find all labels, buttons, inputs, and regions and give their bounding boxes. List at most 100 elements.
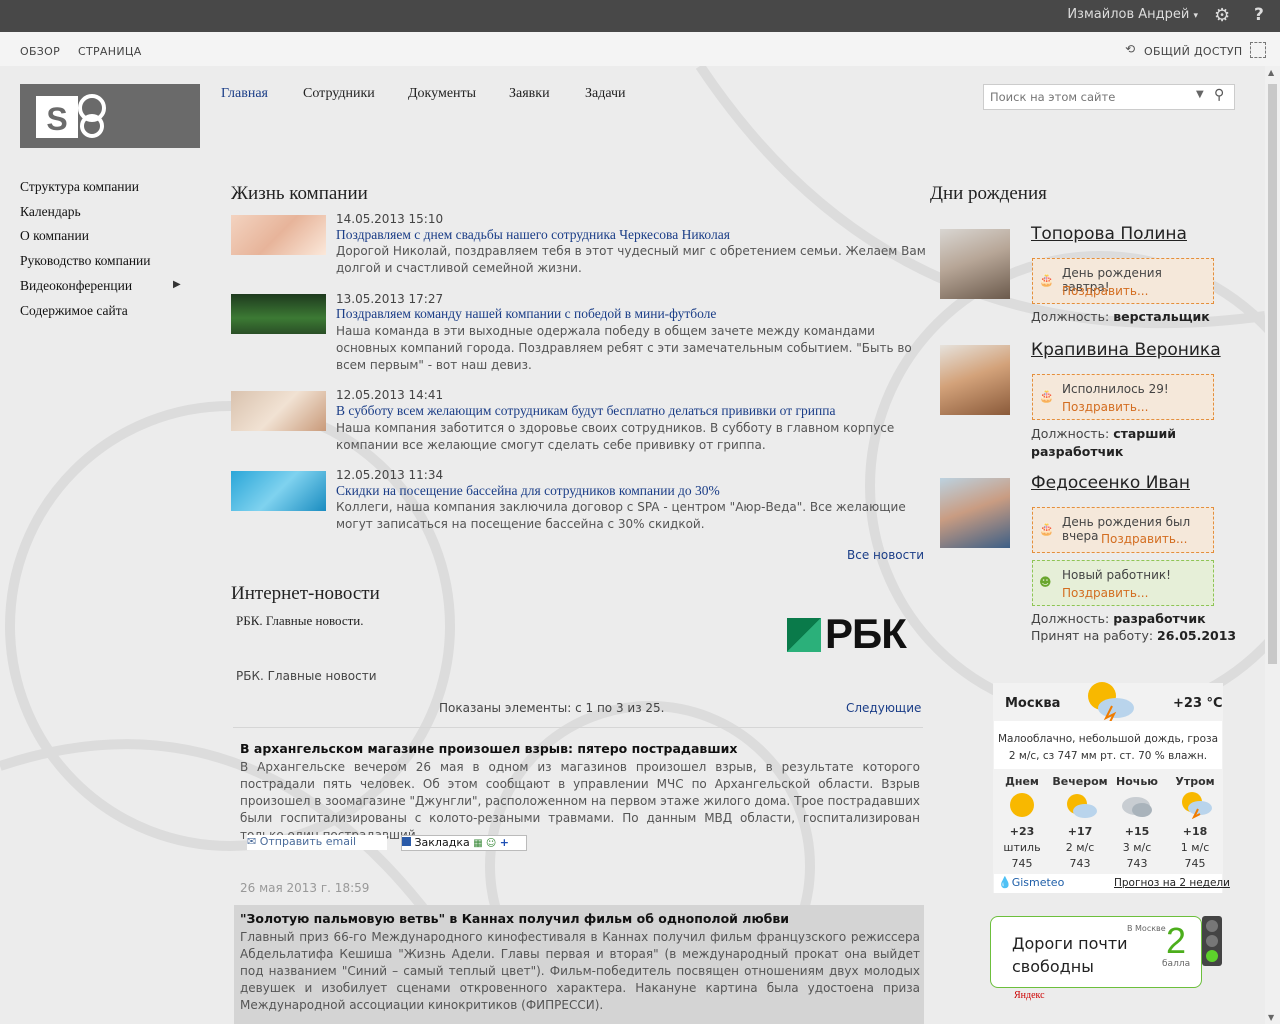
traffic-light-icon <box>1202 916 1222 966</box>
news-image-vaccine[interactable] <box>231 391 326 431</box>
internet-news-heading: Интернет-новости <box>231 583 380 604</box>
period-temp: +17 <box>1067 825 1093 838</box>
sharepoint-icon: S <box>36 94 106 138</box>
gismeteo-logo[interactable]: 💧Gismeteo <box>998 876 1064 889</box>
traffic-city: В Москве <box>1127 924 1166 933</box>
congratulate-link[interactable]: Поздравить... <box>1062 284 1148 298</box>
focus-icon[interactable] <box>1250 42 1266 58</box>
sun-cloud-storm-icon <box>1178 791 1212 820</box>
leftnav-site-contents[interactable]: Содержимое сайта <box>20 303 128 319</box>
birthday-note: 🎂 Исполнилось 29! Поздравить... <box>1032 374 1214 420</box>
person-icon: ☻ <box>1039 575 1052 589</box>
cake-icon: 🎂 <box>1039 273 1054 287</box>
traffic-score: 2 <box>1166 920 1187 961</box>
position-text: Должность: старший разработчик <box>1031 426 1177 459</box>
scroll-down-icon[interactable]: ▼ <box>1268 1013 1274 1022</box>
nav-employees[interactable]: Сотрудники <box>303 86 375 102</box>
user-menu[interactable]: Измайлов Андрей ▾ <box>1067 7 1198 22</box>
news-image-football[interactable] <box>231 294 326 334</box>
nav-documents[interactable]: Документы <box>408 86 476 102</box>
birthdays-heading: Дни рождения <box>930 183 1047 204</box>
person-name-link[interactable]: Топорова Полина <box>1031 224 1187 244</box>
all-news-link[interactable]: Все новости <box>847 548 924 562</box>
news-title-link[interactable]: Скидки на посещение бассейна для сотрудн… <box>336 483 720 499</box>
avatar[interactable] <box>940 345 1010 415</box>
news-text: Наша команда в эти выходные одержала поб… <box>336 324 912 372</box>
position-text: Должность: разработчик <box>1031 611 1206 626</box>
avatar[interactable] <box>940 478 1010 548</box>
period-temp: +18 <box>1182 825 1208 838</box>
avatar[interactable] <box>940 229 1010 299</box>
period-wind: штиль <box>1003 841 1041 854</box>
leftnav-calendar[interactable]: Календарь <box>20 204 81 220</box>
news-title-link[interactable]: Поздравляем с днем свадьбы нашего сотруд… <box>336 227 730 243</box>
gear-icon[interactable]: ⚙ <box>1214 5 1230 26</box>
rss-item-title[interactable]: В архангельском магазине произошел взрыв… <box>240 741 737 756</box>
leftnav-structure[interactable]: Структура компании <box>20 179 139 195</box>
rss-item-text: Главный приз 66-го Международного кинофе… <box>240 930 920 1012</box>
news-title-link[interactable]: В субботу всем желающим сотрудникам буду… <box>336 403 835 419</box>
news-text: Дорогой Николай, поздравляем тебя в этот… <box>336 244 926 275</box>
period-temp: +23 <box>1009 825 1035 838</box>
divider <box>233 727 923 728</box>
share-icon[interactable]: ⟲ <box>1125 42 1135 56</box>
tab-browse[interactable]: ОБЗОР <box>20 45 60 58</box>
weather-temp: +23 °C <box>1173 696 1223 711</box>
search-input[interactable] <box>988 88 1192 106</box>
news-image-wedding[interactable] <box>231 215 326 255</box>
scrollbar-thumb[interactable] <box>1268 84 1277 664</box>
weather-details: 2 м/с, сз 747 мм рт. ст. 70 % влажн. <box>1008 750 1208 762</box>
hired-text: Принят на работу: 26.05.2013 <box>1031 628 1237 643</box>
period-temp: +15 <box>1124 825 1150 838</box>
tab-page[interactable]: СТРАНИЦА <box>78 45 142 58</box>
news-title-link[interactable]: Поздравляем команду нашей компании с поб… <box>336 306 716 322</box>
person-name-link[interactable]: Крапивина Вероника <box>1031 340 1221 360</box>
scrollbar[interactable]: ▲ ▼ <box>1265 66 1280 1024</box>
leftnav-about[interactable]: О компании <box>20 228 89 244</box>
news-text: Коллеги, наша компания заключила договор… <box>336 500 906 531</box>
yandex-logo[interactable]: Яндекс <box>1014 990 1045 1001</box>
period-name: Днем <box>1005 775 1039 788</box>
rss-item-date: 26 мая 2013 г. 18:59 <box>240 881 370 895</box>
company-life-heading: Жизнь компании <box>231 183 368 204</box>
svg-text:S: S <box>46 101 67 137</box>
help-icon[interactable]: ? <box>1254 5 1264 25</box>
nav-tasks[interactable]: Задачи <box>585 86 626 102</box>
period-name: Ночью <box>1116 775 1158 788</box>
congratulate-link[interactable]: Поздравить... <box>1062 400 1148 414</box>
congratulate-link[interactable]: Поздравить... <box>1101 532 1187 546</box>
news-date: 12.05.2013 11:34 <box>336 468 444 482</box>
rbk-logo[interactable]: РБК <box>787 610 917 657</box>
bookmark-icon <box>402 837 411 846</box>
period-pressure: 743 <box>1126 857 1148 870</box>
cake-icon: 🎂 <box>1039 389 1054 403</box>
plus-icon: + <box>499 836 509 849</box>
chevron-right-icon[interactable]: ▶ <box>173 279 181 290</box>
leftnav-management[interactable]: Руководство компании <box>20 253 151 269</box>
search-box: ▼ ⚲ <box>983 84 1235 110</box>
ribbon <box>0 32 1280 67</box>
rss-item-title[interactable]: "Золотую пальмовую ветвь" в Каннах получ… <box>240 911 789 926</box>
scroll-up-icon[interactable]: ▲ <box>1268 68 1274 77</box>
send-email-button[interactable]: ✉ Отправить email <box>247 835 387 850</box>
period-pressure: 743 <box>1069 857 1091 870</box>
share-services-icon: ▦ ☺ <box>473 838 497 849</box>
nav-home[interactable]: Главная <box>221 86 268 102</box>
site-logo[interactable]: S <box>20 84 200 148</box>
search-scope-dropdown-icon[interactable]: ▼ <box>1196 89 1204 100</box>
congratulate-link[interactable]: Поздравить... <box>1062 586 1148 600</box>
bookmark-button[interactable]: Закладка ▦ ☺ + <box>401 835 527 851</box>
news-image-pool[interactable] <box>231 471 326 511</box>
nav-requests[interactable]: Заявки <box>509 86 550 102</box>
traffic-unit: балла <box>1162 959 1191 969</box>
sun-cloud-icon <box>1063 793 1097 819</box>
search-icon[interactable]: ⚲ <box>1214 87 1224 103</box>
period-name: Вечером <box>1052 775 1108 788</box>
birthday-note: 🎂 День рождения был вчера Поздравить... <box>1032 507 1214 553</box>
share-button[interactable]: ОБЩИЙ ДОСТУП <box>1144 45 1242 58</box>
forecast-link[interactable]: Прогноз на 2 недели <box>1114 877 1230 889</box>
next-page-link[interactable]: Следующие <box>846 701 921 715</box>
mail-icon: ✉ <box>247 835 257 848</box>
person-name-link[interactable]: Федосеенко Иван <box>1031 473 1190 493</box>
leftnav-videoconf[interactable]: Видеоконференции <box>20 278 132 294</box>
